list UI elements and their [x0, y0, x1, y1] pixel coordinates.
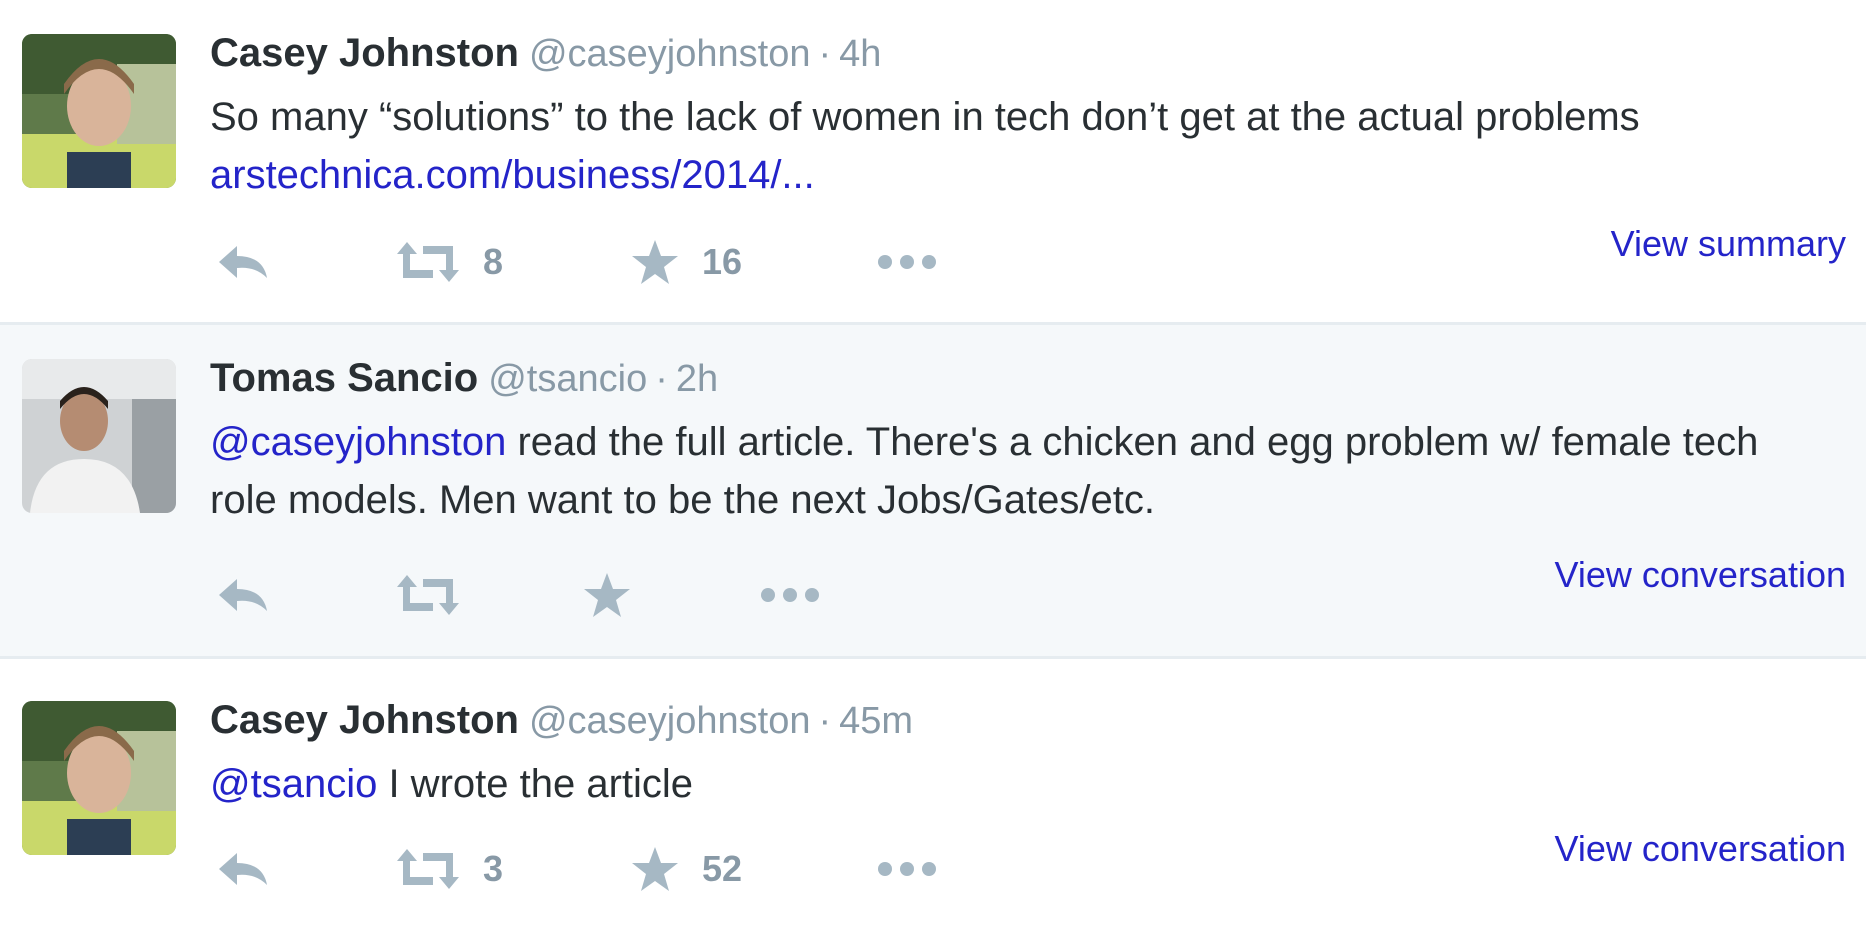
retweet-button[interactable]: 3 [395, 839, 503, 899]
tweet[interactable]: Casey Johnston @caseyjohnston · 4h So many … [0, 0, 1866, 325]
timestamp[interactable]: 2h [676, 358, 718, 400]
tweet-text: So many “solutions” to the lack of women… [210, 88, 1770, 204]
reply-button[interactable] [215, 565, 271, 625]
author-name[interactable]: Tomas Sancio [210, 356, 478, 400]
tweet-text: @tsancio I wrote the article [210, 755, 1770, 813]
favorite-count: 16 [702, 241, 743, 282]
retweet-icon [397, 575, 459, 615]
avatar-image [22, 359, 176, 513]
view-summary-link[interactable]: View summary [1611, 222, 1846, 266]
mention-link[interactable]: @caseyjohnston [210, 420, 506, 464]
author-handle[interactable]: @caseyjohnston [529, 700, 811, 742]
tweet-header: Tomas Sancio @tsancio · 2h [210, 353, 718, 412]
view-conversation-link[interactable]: View conversation [1555, 553, 1847, 597]
avatar[interactable] [22, 34, 176, 188]
tweet-body: I wrote the article [377, 762, 694, 806]
reply-button[interactable] [215, 232, 271, 292]
more-button[interactable] [875, 839, 939, 899]
tweet-body: So many “solutions” to the lack of women… [210, 95, 1640, 139]
timestamp[interactable]: 4h [839, 33, 881, 75]
separator: · [818, 33, 832, 75]
favorite-button[interactable]: 52 [630, 839, 742, 899]
author-handle[interactable]: @tsancio [488, 358, 647, 400]
timestamp[interactable]: 45m [839, 700, 913, 742]
favorite-button[interactable] [582, 565, 654, 625]
tweet[interactable]: Casey Johnston @caseyjohnston · 45m @tsanci… [0, 659, 1866, 934]
more-icon [878, 255, 936, 269]
more-icon [761, 588, 819, 602]
tweet-header: Casey Johnston @caseyjohnston · 45m [210, 695, 913, 754]
avatar-image [22, 701, 176, 855]
tweet-timeline: Casey Johnston @caseyjohnston · 4h So many … [0, 0, 1866, 934]
reply-button[interactable] [215, 839, 271, 899]
star-icon [584, 573, 630, 617]
tweet-actions: 3 52 [210, 839, 1010, 899]
more-button[interactable] [875, 232, 939, 292]
separator: · [818, 700, 832, 742]
tweet-link[interactable]: arstechnica.com/business/2014/... [210, 153, 815, 197]
more-icon [878, 862, 936, 876]
author-handle[interactable]: @caseyjohnston [529, 33, 811, 75]
more-button[interactable] [758, 565, 822, 625]
reply-icon [219, 579, 267, 611]
retweet-count: 8 [483, 241, 504, 282]
reply-icon [219, 853, 267, 885]
separator: · [655, 358, 668, 400]
retweet-button[interactable]: 8 [395, 232, 503, 292]
tweet-text: @caseyjohnston read the full article. Th… [210, 413, 1770, 529]
retweet-icon [397, 242, 459, 282]
avatar[interactable] [22, 701, 176, 855]
avatar[interactable] [22, 359, 176, 513]
retweet-button[interactable] [395, 565, 483, 625]
mention-link[interactable]: @tsancio [210, 762, 377, 806]
tweet-actions [210, 565, 1010, 625]
tweet[interactable]: Tomas Sancio @tsancio · 2h @caseyjohnston r… [0, 325, 1866, 659]
tweet-actions: 8 16 [210, 232, 1010, 292]
favorite-button[interactable]: 16 [630, 232, 742, 292]
star-icon [632, 240, 678, 284]
author-name[interactable]: Casey Johnston [210, 31, 519, 75]
author-name[interactable]: Casey Johnston [210, 698, 519, 742]
favorite-count: 52 [702, 848, 743, 889]
retweet-count: 3 [483, 848, 504, 889]
tweet-header: Casey Johnston @caseyjohnston · 4h [210, 28, 881, 87]
view-conversation-link[interactable]: View conversation [1555, 827, 1847, 871]
avatar-image [22, 34, 176, 188]
reply-icon [219, 246, 267, 278]
star-icon [632, 847, 678, 891]
retweet-icon [397, 849, 459, 889]
